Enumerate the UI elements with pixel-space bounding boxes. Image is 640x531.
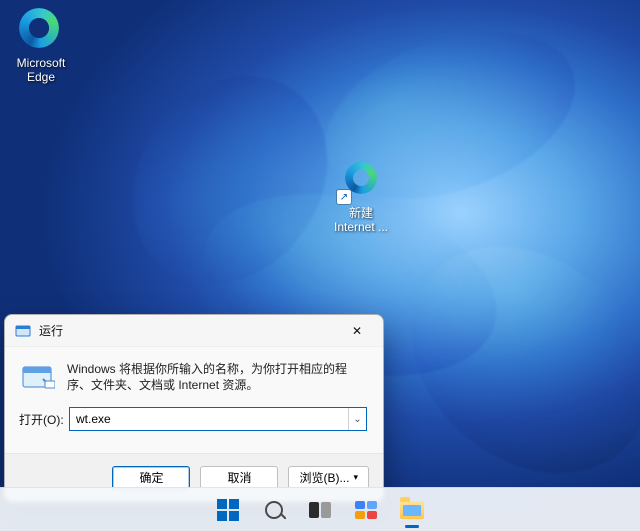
open-combobox[interactable]: ⌄ xyxy=(69,407,367,431)
dialog-title: 运行 xyxy=(39,322,337,339)
titlebar[interactable]: 运行 ✕ xyxy=(5,315,383,347)
taskbar-search[interactable] xyxy=(254,490,294,530)
desktop-icon-label: Microsoft Edge xyxy=(17,56,66,84)
run-dialog-icon xyxy=(15,323,31,339)
widgets-icon xyxy=(354,498,378,522)
chevron-down-icon: ⌄ xyxy=(353,414,361,425)
windows-start-icon xyxy=(216,498,240,522)
run-dialog: 运行 ✕ Windows 将根据你所输入的名称，为你打开相应的程序、文件夹、文档… xyxy=(4,314,384,502)
taskbar-explorer[interactable] xyxy=(392,490,432,530)
open-input[interactable] xyxy=(70,408,348,430)
search-icon xyxy=(262,498,286,522)
browse-button[interactable]: 浏览(B)... ▾ xyxy=(288,466,369,490)
file-explorer-icon xyxy=(400,498,424,522)
edge-icon xyxy=(19,8,63,52)
button-label: 确定 xyxy=(139,469,163,486)
dropdown-triangle-icon: ▾ xyxy=(353,472,358,483)
open-label: 打开(O): xyxy=(19,411,69,428)
taskbar xyxy=(0,487,640,531)
desktop-icon-edge[interactable]: Microsoft Edge xyxy=(4,8,78,84)
run-folder-icon xyxy=(21,361,55,395)
taskbar-start[interactable] xyxy=(208,490,248,530)
close-icon: ✕ xyxy=(352,324,362,338)
button-label: 取消 xyxy=(227,469,251,486)
dialog-description: Windows 将根据你所输入的名称，为你打开相应的程序、文件夹、文档或 Int… xyxy=(67,361,367,395)
close-button[interactable]: ✕ xyxy=(337,317,377,345)
taskbar-task-view[interactable] xyxy=(300,490,340,530)
desktop-icon-label: 新建 Internet ... xyxy=(334,206,388,234)
desktop[interactable]: Microsoft Edge ↗ 新建 Internet ... 运行 ✕ xyxy=(0,0,640,531)
button-label: 浏览(B)... xyxy=(299,469,349,486)
task-view-icon xyxy=(308,498,332,522)
shortcut-overlay-icon: ↗ xyxy=(337,190,351,204)
dropdown-button[interactable]: ⌄ xyxy=(348,408,366,430)
desktop-icon-new-internet-shortcut[interactable]: ↗ 新建 Internet ... xyxy=(324,158,398,234)
taskbar-widgets[interactable] xyxy=(346,490,386,530)
cancel-button[interactable]: 取消 xyxy=(200,466,278,490)
ok-button[interactable]: 确定 xyxy=(112,466,190,490)
edge-icon: ↗ xyxy=(339,158,383,202)
